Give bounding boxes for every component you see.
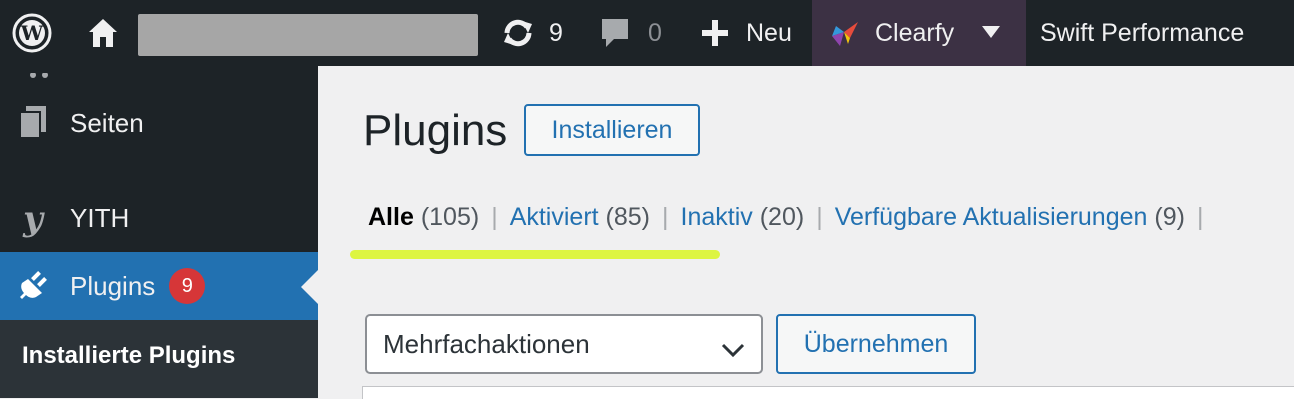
swift-performance-label: Swift Performance bbox=[1040, 18, 1245, 47]
plugin-status-filters: Alle (105) | Aktiviert (85) | Inaktiv (20) | V… bbox=[368, 203, 1215, 232]
filter-inactive[interactable]: Inaktiv (20) bbox=[681, 203, 805, 231]
comments-menu[interactable]: 0 bbox=[600, 0, 662, 66]
clearfy-label: Clearfy bbox=[875, 18, 955, 47]
plugin-updates-badge: 9 bbox=[169, 268, 206, 304]
comments-count: 0 bbox=[648, 18, 662, 47]
plus-icon bbox=[701, 19, 729, 47]
caret-down-icon bbox=[982, 0, 1000, 66]
wordpress-logo-icon[interactable]: W bbox=[12, 0, 52, 66]
bulk-actions-select[interactable]: Mehrfachaktionen bbox=[365, 314, 763, 374]
updates-menu[interactable]: 9 bbox=[500, 0, 563, 66]
svg-text:W: W bbox=[20, 21, 44, 45]
submenu-item-installed-plugins[interactable]: Installierte Plugins bbox=[22, 342, 235, 370]
clearfy-menu[interactable]: Clearfy bbox=[812, 0, 1026, 66]
sidebar-item-label: Plugins bbox=[70, 270, 156, 301]
sidebar-item-seiten[interactable]: Seiten bbox=[0, 88, 318, 158]
updates-count: 9 bbox=[549, 18, 563, 47]
bulk-actions-selected: Mehrfachaktionen bbox=[383, 328, 590, 359]
filter-all[interactable]: Alle (105) bbox=[368, 203, 479, 231]
filter-active[interactable]: Aktiviert (85) bbox=[510, 203, 650, 231]
sidebar-item-plugins[interactable]: Plugins 9 bbox=[0, 252, 318, 320]
swift-performance-menu[interactable]: Swift Performance bbox=[1040, 0, 1244, 66]
new-label: Neu bbox=[746, 18, 792, 47]
highlight-underline bbox=[350, 250, 720, 259]
filter-updates-available[interactable]: Verfügbare Aktualisierungen (9) bbox=[835, 203, 1185, 231]
comment-icon bbox=[600, 17, 630, 49]
plugins-icon bbox=[18, 269, 50, 303]
updates-icon bbox=[500, 15, 536, 51]
sidebar-item-label: YITH bbox=[70, 202, 130, 233]
svg-text:y: y bbox=[22, 199, 45, 238]
current-menu-pointer bbox=[301, 270, 318, 304]
admin-bar: W 9 0 Neu Clearfy Swift Performance bbox=[0, 0, 1294, 66]
plugins-submenu: Installierte Plugins bbox=[0, 320, 318, 398]
home-icon[interactable] bbox=[86, 0, 120, 66]
menu-icon-fragment bbox=[28, 66, 52, 78]
chevron-down-icon bbox=[721, 334, 745, 365]
pages-icon bbox=[18, 106, 48, 140]
apply-button[interactable]: Übernehmen bbox=[776, 314, 976, 374]
sidebar-item-label: Seiten bbox=[70, 107, 144, 138]
site-name-redacted[interactable] bbox=[138, 14, 478, 56]
yith-icon: y bbox=[16, 198, 50, 238]
filter-separator: | bbox=[816, 203, 823, 231]
filter-separator: | bbox=[1196, 203, 1204, 231]
admin-sidebar: Seiten y YITH Plugins 9 Installierte Plu… bbox=[0, 66, 318, 398]
sidebar-item-yith[interactable]: y YITH bbox=[0, 184, 318, 252]
add-new-plugin-button[interactable]: Installieren bbox=[524, 104, 700, 156]
page-title: Plugins bbox=[363, 106, 508, 155]
filter-separator: | bbox=[662, 203, 669, 231]
clearfy-logo-icon bbox=[828, 0, 862, 66]
plugins-table bbox=[362, 386, 1294, 399]
new-content-menu[interactable]: Neu bbox=[701, 0, 792, 66]
filter-separator: | bbox=[491, 203, 498, 231]
